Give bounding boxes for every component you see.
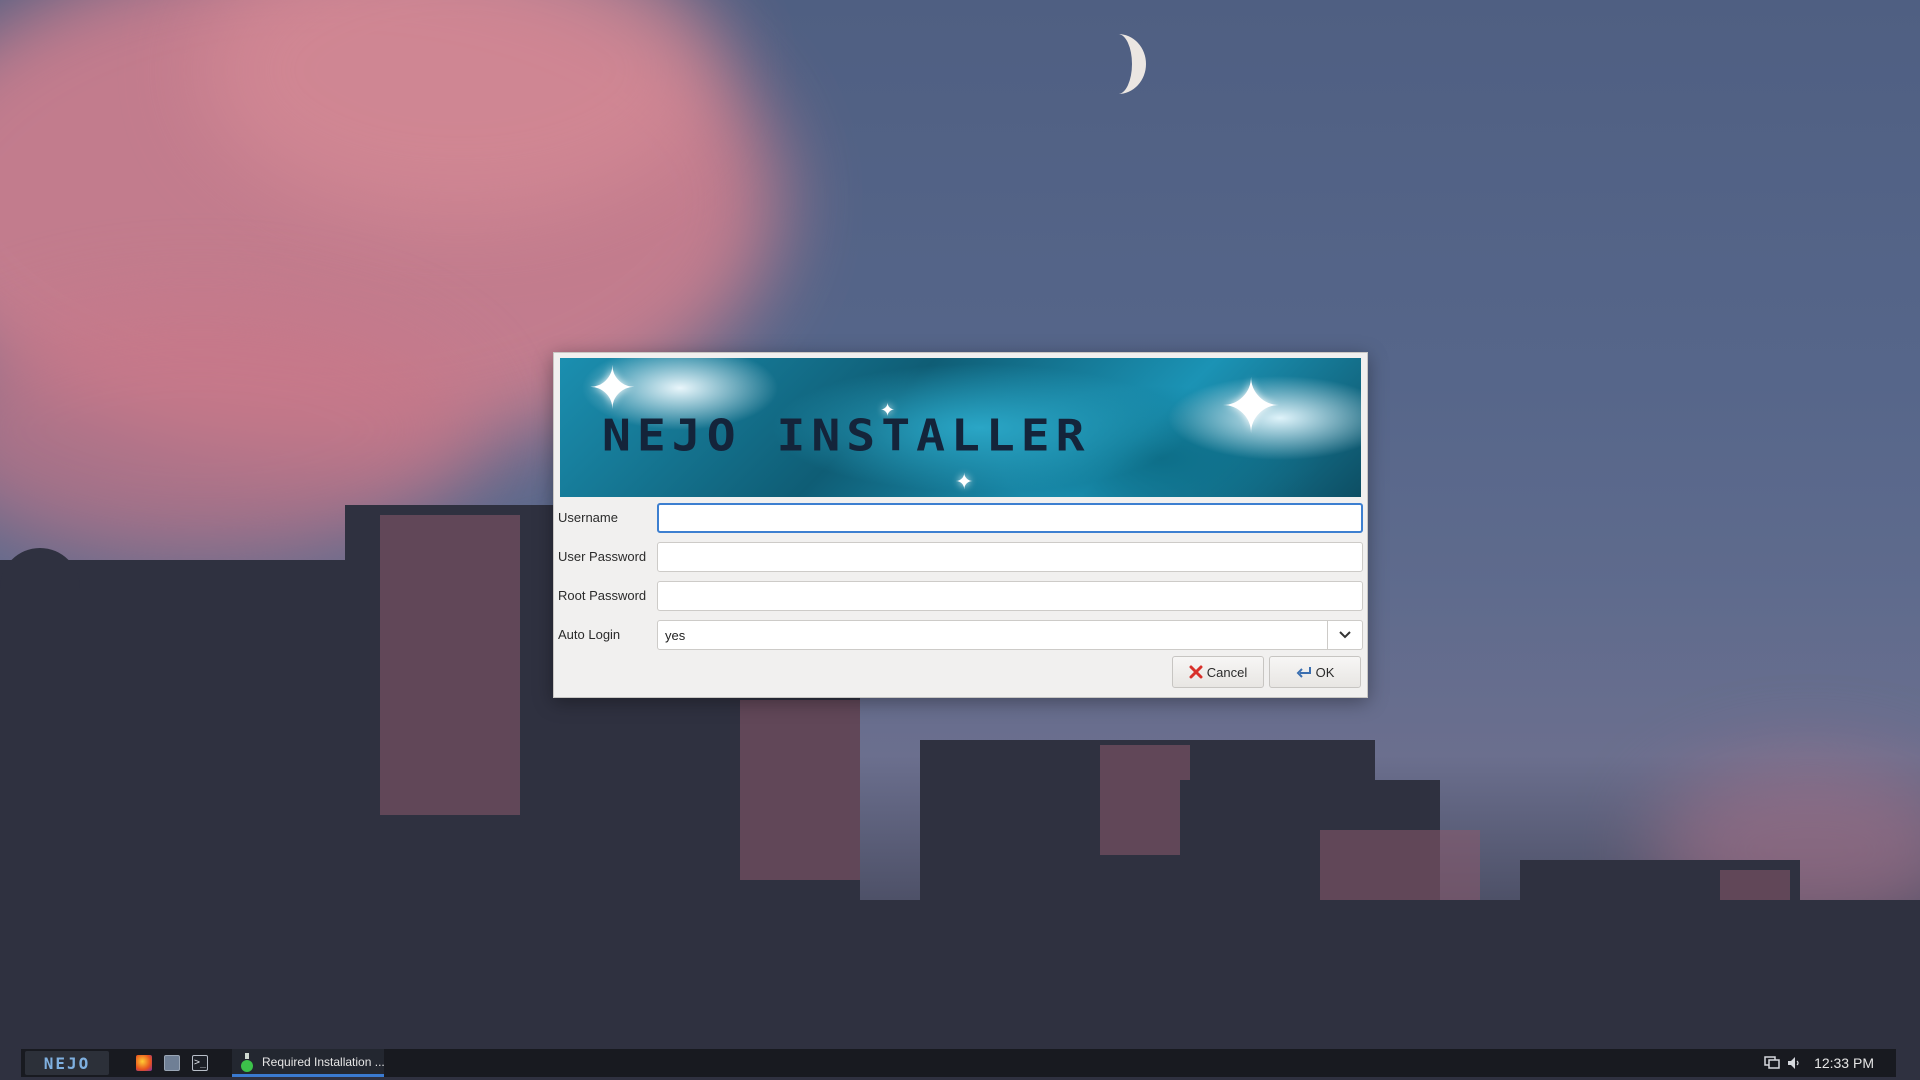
ok-button-label: OK	[1315, 664, 1335, 680]
firefox-icon[interactable]	[136, 1055, 152, 1071]
installer-banner: ✦ ✦ ✦ ✦ NEJO INSTALLER	[560, 358, 1361, 497]
building-facade	[1100, 745, 1190, 855]
taskbar-window-item[interactable]: Required Installation ...	[232, 1049, 385, 1077]
banner-title: NEJO INSTALLER	[602, 410, 1091, 462]
sparkle-icon: ✦	[1220, 364, 1283, 450]
ok-button[interactable]: OK	[1269, 656, 1361, 688]
clock[interactable]: 12:33 PM	[1814, 1055, 1874, 1071]
sparkle-icon: ✦	[955, 470, 974, 495]
auto-login-value: yes	[665, 628, 686, 643]
auto-login-row: Auto Login yes	[558, 618, 1365, 652]
building-facade	[740, 700, 860, 880]
installer-dialog: ✦ ✦ ✦ ✦ NEJO INSTALLER Username User Pas…	[553, 352, 1368, 698]
chevron-down-icon	[1339, 631, 1351, 639]
cancel-button[interactable]: Cancel	[1172, 656, 1264, 688]
installer-app-icon	[241, 1053, 253, 1072]
taskbar-window-label: Required Installation ...	[262, 1055, 385, 1069]
auto-login-dropdown-button[interactable]	[1327, 621, 1362, 649]
building-facade	[380, 515, 520, 815]
network-icon[interactable]	[1764, 1056, 1780, 1070]
auto-login-select[interactable]: yes	[657, 620, 1363, 650]
user-password-label: User Password	[558, 549, 647, 564]
building-silhouette	[0, 548, 80, 628]
taskbar: NEJO >_ Required Installation ... 12:33 …	[21, 1049, 1896, 1077]
volume-icon[interactable]	[1787, 1056, 1801, 1070]
root-password-label: Root Password	[558, 588, 647, 603]
username-input[interactable]	[657, 503, 1363, 533]
auto-login-label: Auto Login	[558, 627, 621, 642]
start-menu-label: NEJO	[43, 1053, 91, 1073]
enter-arrow-icon	[1296, 667, 1311, 678]
user-password-input[interactable]	[657, 542, 1363, 572]
username-label: Username	[558, 510, 618, 525]
terminal-icon[interactable]: >_	[192, 1055, 208, 1071]
user-password-row: User Password	[558, 540, 1365, 574]
cancel-icon	[1189, 665, 1203, 679]
moon	[1100, 32, 1150, 94]
root-password-input[interactable]	[657, 581, 1363, 611]
start-menu-button[interactable]: NEJO	[25, 1051, 109, 1075]
username-row: Username	[558, 501, 1365, 535]
file-manager-icon[interactable]	[164, 1055, 180, 1071]
root-password-row: Root Password	[558, 579, 1365, 613]
cancel-button-label: Cancel	[1206, 664, 1248, 680]
